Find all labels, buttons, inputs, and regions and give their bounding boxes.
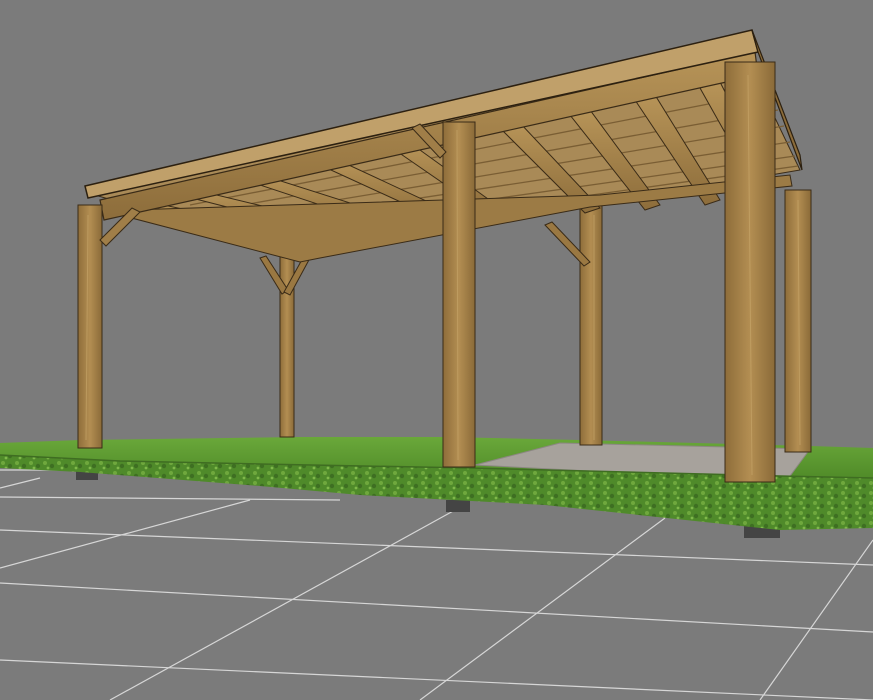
3d-viewport[interactable]: [0, 0, 873, 700]
